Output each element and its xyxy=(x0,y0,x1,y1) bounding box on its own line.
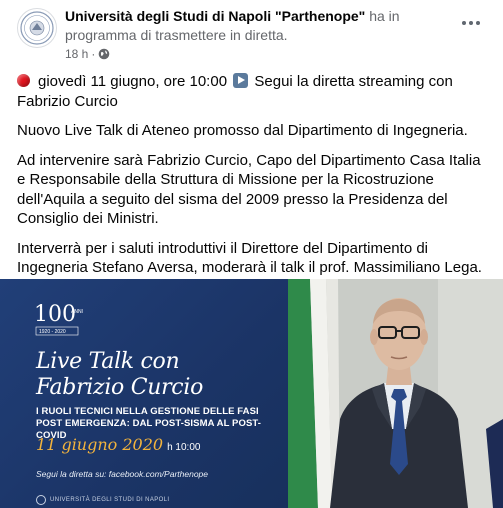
author-line: Università degli Studi di Napoli "Parthe… xyxy=(65,7,425,45)
banner-footer-text: UNIVERSITÀ DEGLI STUDI DI NAPOLI xyxy=(50,497,170,503)
paragraph-speaker: Ad intervenire sarà Fabrizio Curcio, Cap… xyxy=(17,151,481,228)
meta-separator: · xyxy=(91,47,96,61)
post-meta: 18 h · xyxy=(65,47,110,61)
live-red-circle-icon xyxy=(17,74,30,87)
page-avatar[interactable] xyxy=(17,8,57,48)
speaker-portrait-illustration xyxy=(288,279,503,508)
paragraph-announcement: giovedì 11 giugno, ore 10:00 Segui la di… xyxy=(17,72,489,111)
banner-follow-link: Segui la diretta su: facebook.com/Parthe… xyxy=(36,469,208,479)
svg-text:ANNI: ANNI xyxy=(71,309,83,315)
post-header: Università degli Studi di Napoli "Parthe… xyxy=(0,0,503,70)
speaker-photo xyxy=(288,279,503,508)
banner-date-text: 11 giugno 2020 xyxy=(36,435,164,454)
play-button-icon xyxy=(233,73,249,88)
banner-title: Live Talk con Fabrizio Curcio xyxy=(36,349,203,401)
post-text: giovedì 11 giugno, ore 10:00 Segui la di… xyxy=(17,72,489,288)
facebook-post: Università degli Studi di Napoli "Parthe… xyxy=(0,0,503,508)
dot xyxy=(476,21,480,25)
banner-panel: 100 ANNI 1920 - 2020 Live Talk con Fabri… xyxy=(0,279,300,508)
paragraph-intro: Nuovo Live Talk di Ateneo promosso dal D… xyxy=(17,122,468,139)
dot xyxy=(469,21,473,25)
centenary-logo: 100 ANNI 1920 - 2020 xyxy=(34,302,83,336)
svg-text:1920 - 2020: 1920 - 2020 xyxy=(39,329,66,335)
banner-footer: UNIVERSITÀ DEGLI STUDI DI NAPOLI xyxy=(36,495,170,505)
banner-time: h 10:00 xyxy=(167,442,201,453)
more-options-button[interactable] xyxy=(457,12,485,34)
svg-text:100: 100 xyxy=(34,302,76,327)
banner-title-line1: Live Talk con xyxy=(36,349,180,374)
post-timestamp[interactable]: 18 h xyxy=(65,47,88,61)
banner-title-line2: Fabrizio Curcio xyxy=(36,375,204,400)
post-image[interactable]: 100 ANNI 1920 - 2020 Live Talk con Fabri… xyxy=(0,279,503,508)
banner-date: 11 giugno 2020 h 10:00 xyxy=(36,435,200,454)
university-seal-icon xyxy=(20,11,54,45)
university-seal-icon xyxy=(36,495,46,505)
paragraph-greetings: Interverrà per i saluti introduttivi il … xyxy=(17,239,482,277)
dot xyxy=(462,21,466,25)
author-name[interactable]: Università degli Studi di Napoli "Parthe… xyxy=(65,8,365,24)
globe-icon[interactable] xyxy=(98,48,110,60)
announcement-date: giovedì 11 giugno, ore 10:00 xyxy=(38,73,228,90)
